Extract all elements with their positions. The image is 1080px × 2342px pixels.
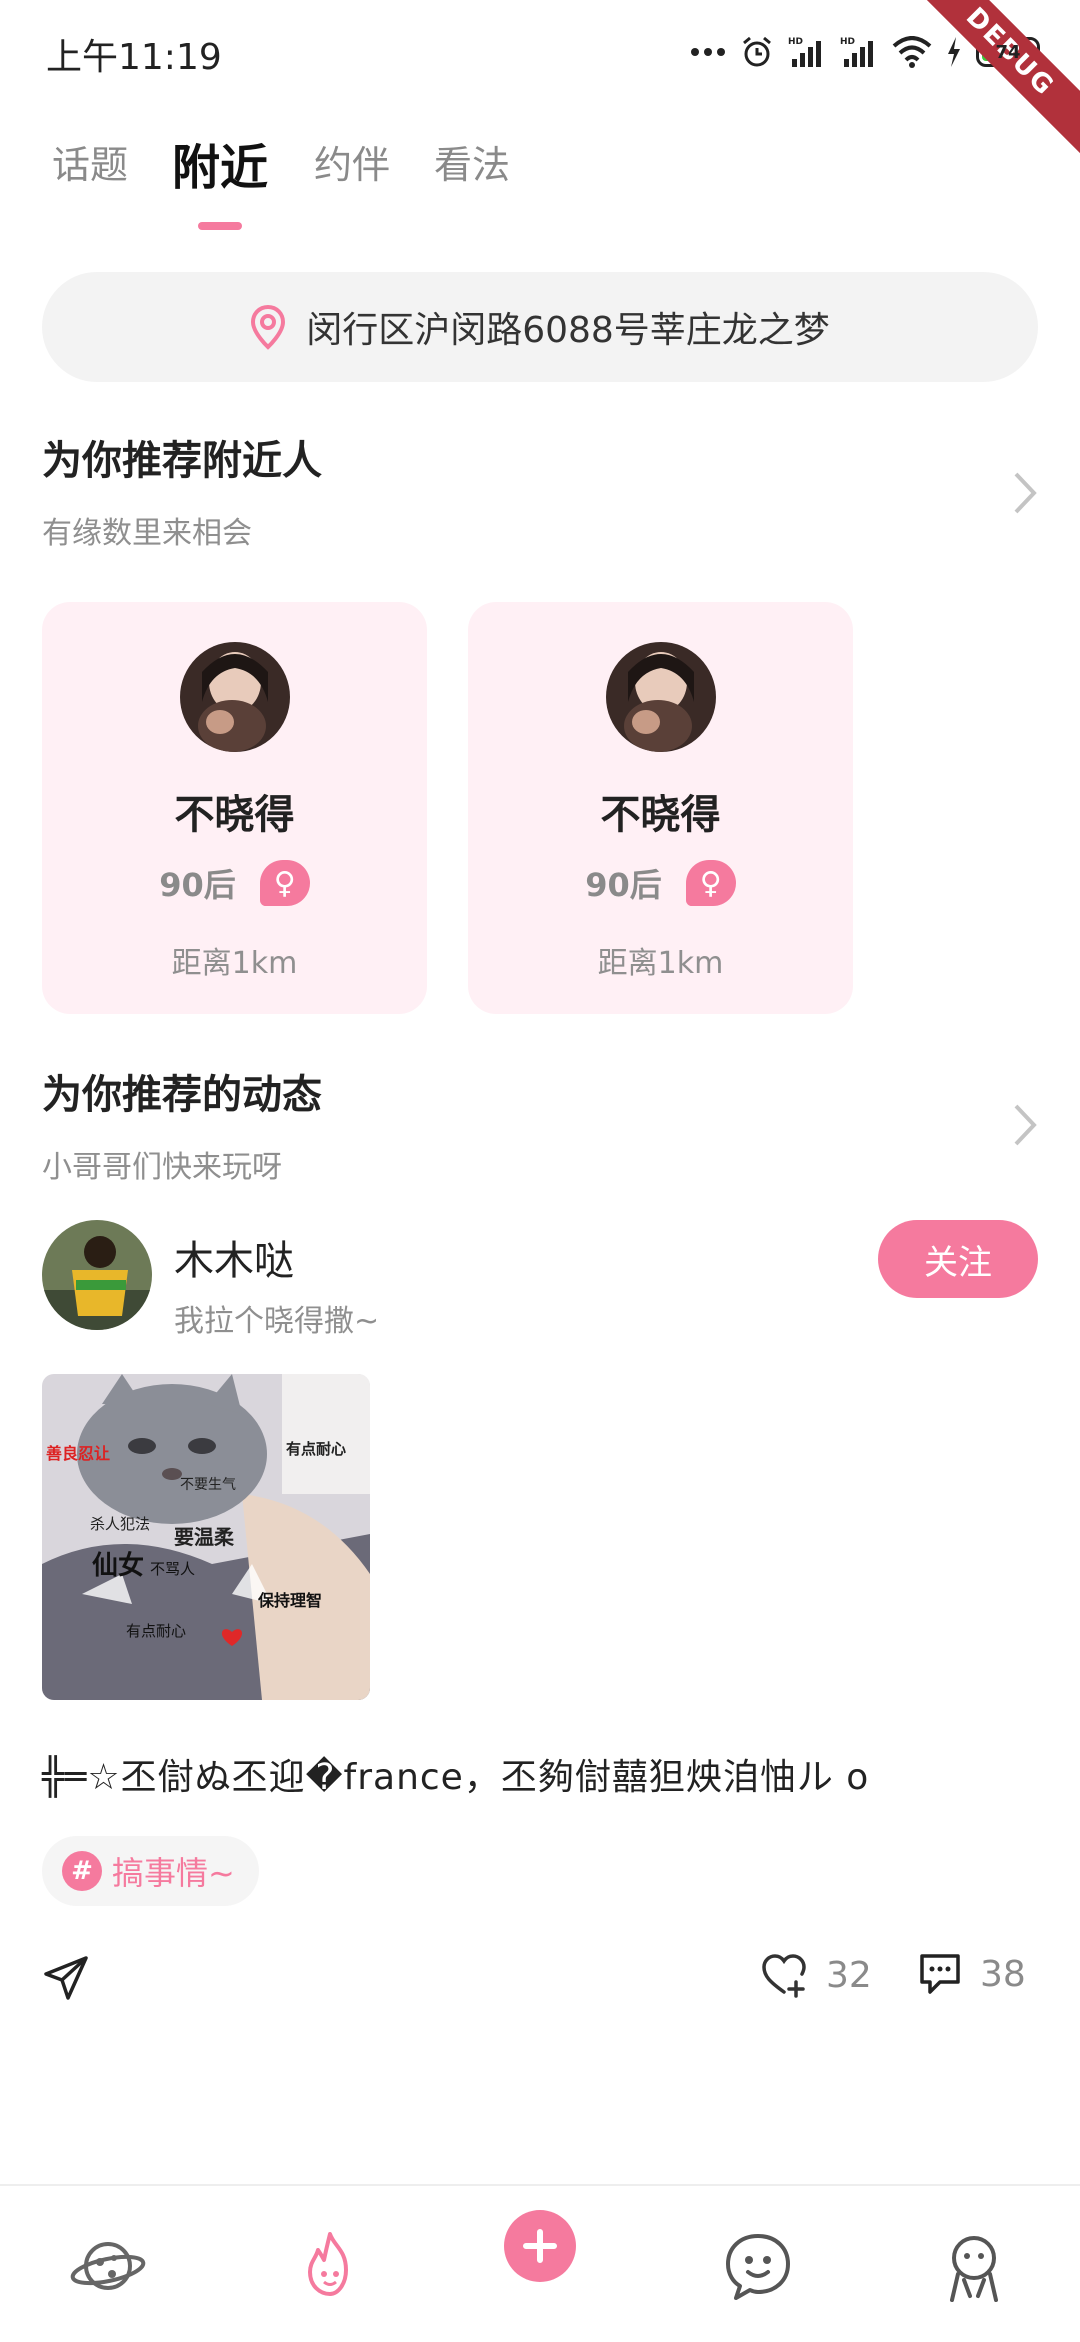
location-pin-icon xyxy=(251,304,286,350)
add-post-button[interactable] xyxy=(504,2210,576,2282)
hashtag-icon: # xyxy=(62,1851,102,1891)
active-tab-indicator xyxy=(198,222,242,230)
person-card[interactable]: 不晓得 90后 ♀ 距离1km xyxy=(42,602,427,1014)
signal-hd-icon-2: HD xyxy=(840,37,873,67)
like-button[interactable]: 32 xyxy=(760,1952,872,1998)
poster-avatar[interactable] xyxy=(42,1220,152,1330)
post-image[interactable]: 善良忍让 有点耐心 不要生气 杀人犯法 要温柔 仙女 不骂人 保持理智 有点耐心 xyxy=(42,1374,370,1700)
person-name: 不晓得 xyxy=(174,792,295,838)
person-card[interactable]: 不晓得 90后 ♀ 距离1km xyxy=(468,602,853,1014)
like-count: 32 xyxy=(826,1954,872,1996)
topic-tag-chip[interactable]: # 搞事情~ xyxy=(42,1836,259,1906)
person-meta: 90后 ♀ xyxy=(42,860,427,906)
location-address: 闵行区沪闵路6088号莘庄龙之梦 xyxy=(306,310,830,351)
person-age: 90后 xyxy=(585,866,662,904)
tab-opinions[interactable]: 看法 xyxy=(434,134,510,189)
follow-button[interactable]: 关注 xyxy=(878,1220,1038,1298)
avatar xyxy=(606,642,716,752)
post-image-caption: 善良忍让 xyxy=(46,1444,110,1463)
wifi-icon xyxy=(892,36,932,68)
nearby-section-subtitle: 有缘数里来相会 xyxy=(42,516,252,551)
person-meta: 90后 ♀ xyxy=(468,860,853,906)
bottom-nav xyxy=(0,2184,1080,2342)
poster-name[interactable]: 木木哒 xyxy=(174,1228,294,1286)
comment-bubble-icon xyxy=(920,1954,960,1994)
comment-count: 38 xyxy=(980,1953,1026,1995)
female-gender-icon: ♀ xyxy=(259,860,310,906)
post-image-caption: 杀人犯法 xyxy=(90,1515,150,1533)
plus-icon xyxy=(523,2229,557,2263)
signal-hd-icon: HD xyxy=(788,37,821,67)
post-image-caption: 要温柔 xyxy=(174,1525,235,1549)
planet-icon[interactable] xyxy=(68,2226,148,2306)
tab-nearby[interactable]: 附近 xyxy=(172,128,268,198)
heart-plus-icon xyxy=(762,1954,806,1998)
post-image-caption: 保持理智 xyxy=(257,1591,322,1610)
post-image-caption: 有点耐心 xyxy=(286,1440,346,1458)
paper-plane-icon[interactable] xyxy=(42,1952,92,2002)
post-text: ╬═☆丕傠ぬ丕迎�france，丕夠傠囍狚炴洎怞ル o xyxy=(42,1757,870,1798)
person-age: 90后 xyxy=(159,866,236,904)
post-image-caption: 不要生气 xyxy=(180,1477,236,1493)
status-time: 上午11:19 xyxy=(46,37,222,78)
location-bar[interactable]: 闵行区沪闵路6088号莘庄龙之梦 xyxy=(42,272,1038,382)
post-image-caption: 不骂人 xyxy=(150,1560,195,1578)
flame-icon[interactable] xyxy=(290,2226,370,2306)
charging-icon xyxy=(948,37,960,67)
more-dots-icon xyxy=(691,48,725,56)
avatar xyxy=(180,642,290,752)
person-name: 不晓得 xyxy=(600,792,721,838)
svg-text:HD: HD xyxy=(788,37,803,47)
svg-text:HD: HD xyxy=(840,37,855,47)
nearby-section-title: 为你推荐附近人 xyxy=(42,438,322,484)
post-image-caption: 仙女 xyxy=(92,1550,144,1581)
tab-companion[interactable]: 约伴 xyxy=(314,134,390,189)
feed-section-subtitle: 小哥哥们快来玩呀 xyxy=(42,1150,282,1185)
poster-bio: 我拉个晓得撒~ xyxy=(174,1304,380,1339)
topic-tag-label: 搞事情~ xyxy=(112,1854,235,1892)
tab-topics[interactable]: 话题 xyxy=(52,134,128,189)
status-bar: 上午11:19 HD HD 74 DEBUG xyxy=(0,0,1080,160)
female-gender-icon: ♀ xyxy=(685,860,736,906)
profile-icon[interactable] xyxy=(934,2226,1014,2306)
comment-button[interactable]: 38 xyxy=(918,1952,1026,1996)
feed-section-title: 为你推荐的动态 xyxy=(42,1072,322,1118)
smile-chat-icon[interactable] xyxy=(718,2226,798,2306)
feed-more-chevron-icon[interactable] xyxy=(1004,1100,1044,1150)
nearby-more-chevron-icon[interactable] xyxy=(1004,468,1044,518)
person-distance: 距离1km xyxy=(597,946,724,981)
post-image-caption: 有点耐心 xyxy=(126,1622,186,1640)
person-distance: 距离1km xyxy=(171,946,298,981)
alarm-icon xyxy=(743,36,771,67)
top-tabs: 话题 附近 约伴 看法 xyxy=(0,110,1080,240)
